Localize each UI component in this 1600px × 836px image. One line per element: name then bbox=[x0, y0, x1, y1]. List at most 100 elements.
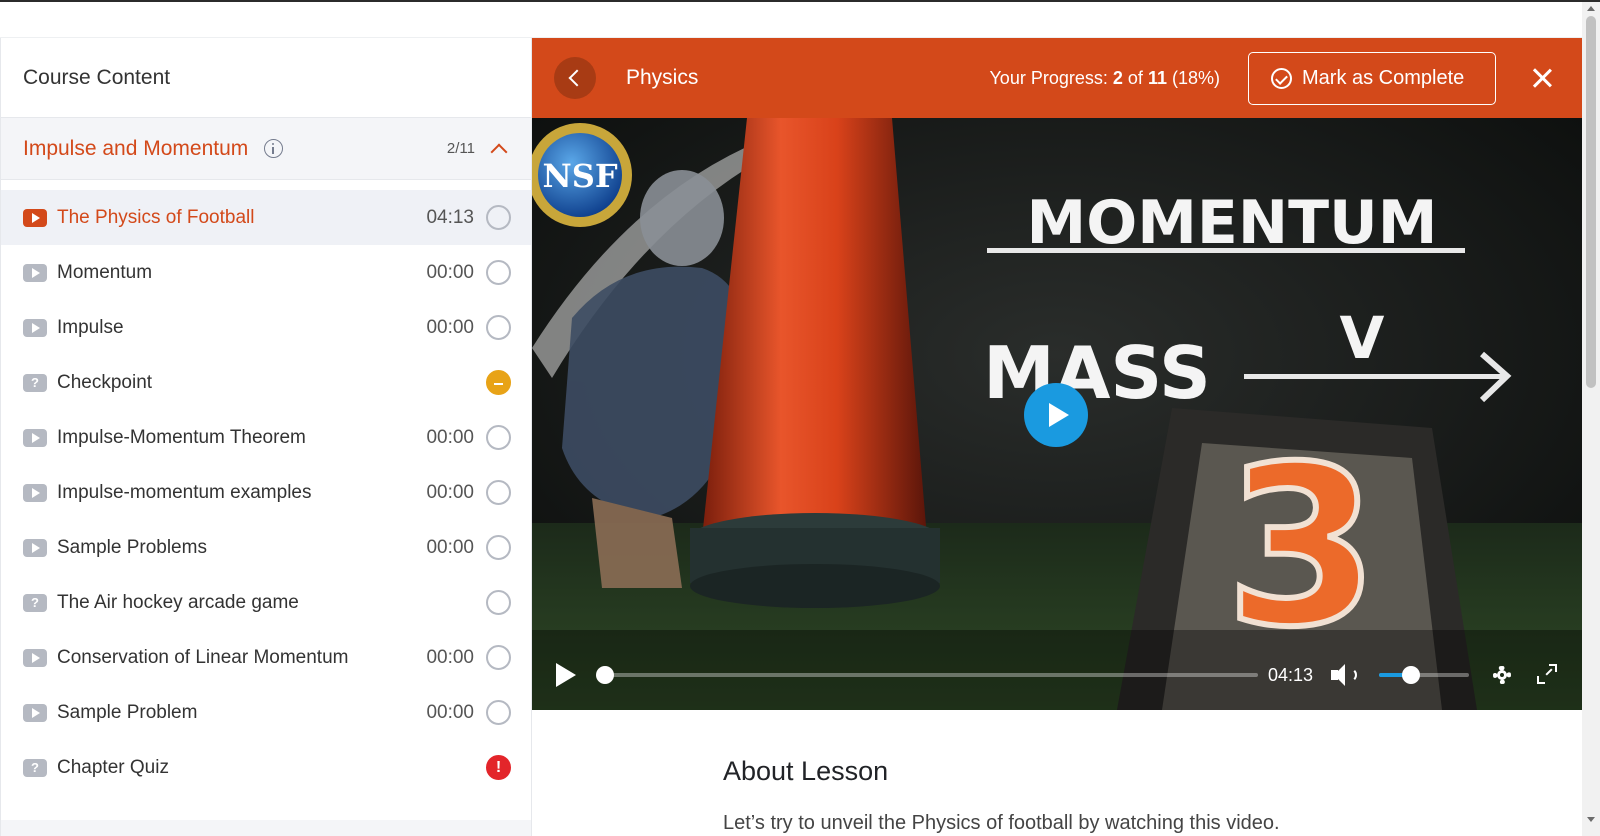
lesson-title[interactable]: Conservation of Linear Momentum bbox=[57, 647, 348, 669]
lesson-title[interactable]: The Air hockey arcade game bbox=[57, 592, 299, 614]
volume-handle[interactable] bbox=[1402, 666, 1421, 684]
seek-handle[interactable] bbox=[596, 666, 614, 684]
lesson-item[interactable]: Impulse-Momentum Theorem 00:00 bbox=[1, 410, 531, 465]
video-play-icon bbox=[23, 318, 47, 337]
incomplete-status-icon bbox=[486, 315, 511, 340]
lesson-title[interactable]: Impulse-momentum examples bbox=[57, 482, 311, 504]
incomplete-status-icon bbox=[486, 700, 511, 725]
scroll-down-icon[interactable] bbox=[1587, 817, 1595, 822]
close-icon[interactable] bbox=[1532, 68, 1552, 88]
back-button[interactable] bbox=[554, 57, 596, 99]
topic-header[interactable]: Impulse and Momentum 2/11 bbox=[1, 118, 531, 180]
volume-slider[interactable] bbox=[1379, 666, 1470, 684]
gear-icon[interactable] bbox=[1491, 664, 1513, 686]
progress-text: Your Progress: 2 of 11 (18%) bbox=[989, 68, 1220, 89]
big-play-button[interactable] bbox=[1024, 383, 1088, 447]
seek-bar[interactable] bbox=[596, 666, 1258, 684]
chalk-v: V bbox=[1340, 304, 1385, 372]
video-play-icon bbox=[23, 648, 47, 667]
video-play-icon bbox=[23, 538, 47, 557]
lesson-item[interactable]: Impulse-momentum examples 00:00 bbox=[1, 465, 531, 520]
pending-status-icon bbox=[486, 370, 511, 395]
nsf-logo: NSF bbox=[532, 123, 632, 227]
page-scrollbar[interactable] bbox=[1582, 2, 1600, 836]
info-icon[interactable] bbox=[264, 139, 284, 158]
lesson-duration: 00:00 bbox=[426, 261, 474, 283]
lesson-title[interactable]: Impulse-Momentum Theorem bbox=[57, 427, 306, 449]
progress-of: of bbox=[1127, 67, 1143, 88]
lesson-item[interactable]: Sample Problem 00:00 bbox=[1, 685, 531, 740]
check-circle-icon bbox=[1271, 67, 1292, 89]
lesson-item[interactable]: The Physics of Football 04:13 bbox=[1, 190, 531, 245]
lesson-list: The Physics of Football 04:13 Momentum 00:0… bbox=[1, 190, 531, 795]
volume-waves bbox=[1347, 668, 1358, 682]
incomplete-status-icon bbox=[486, 590, 511, 615]
fullscreen-icon[interactable] bbox=[1537, 664, 1559, 686]
video-play-icon bbox=[23, 428, 47, 447]
lesson-item[interactable]: Checkpoint bbox=[1, 355, 531, 410]
progress-label: Your Progress: bbox=[989, 67, 1108, 88]
volume-icon[interactable] bbox=[1331, 664, 1359, 686]
lesson-title[interactable]: Momentum bbox=[57, 262, 152, 284]
sidebar-header: Course Content bbox=[1, 38, 531, 118]
video-controls: 04:13 bbox=[532, 640, 1582, 710]
lesson-item[interactable]: Conservation of Linear Momentum 00:00 bbox=[1, 630, 531, 685]
course-title: Physics bbox=[626, 66, 699, 89]
chevron-up-icon[interactable] bbox=[490, 143, 508, 160]
scroll-up-icon[interactable] bbox=[1587, 6, 1595, 11]
quiz-icon bbox=[23, 373, 47, 392]
lesson-title[interactable]: Sample Problems bbox=[57, 537, 207, 559]
lesson-duration: 04:13 bbox=[426, 206, 474, 228]
lesson-item[interactable]: The Air hockey arcade game bbox=[1, 575, 531, 630]
lesson-item[interactable]: Sample Problems 00:00 bbox=[1, 520, 531, 575]
quiz-icon bbox=[23, 593, 47, 612]
sidebar-footer bbox=[1, 820, 531, 836]
mark-as-complete-label: Mark as Complete bbox=[1302, 66, 1465, 89]
quiz-icon bbox=[23, 758, 47, 777]
play-icon[interactable] bbox=[554, 663, 576, 687]
chalk-mass: MASS bbox=[983, 331, 1211, 415]
sidebar-heading: Course Content bbox=[23, 65, 171, 89]
incomplete-status-icon bbox=[486, 425, 511, 450]
video-play-icon bbox=[23, 208, 47, 227]
lesson-duration: 00:00 bbox=[426, 536, 474, 558]
about-heading: About Lesson bbox=[723, 756, 889, 786]
lesson-item[interactable]: Impulse 00:00 bbox=[1, 300, 531, 355]
lesson-duration: 00:00 bbox=[426, 481, 474, 503]
alert-status-icon bbox=[486, 755, 511, 780]
nsf-logo-text: NSF bbox=[542, 157, 617, 195]
chalk-title: MOMENTUM bbox=[1027, 188, 1438, 258]
video-duration: 04:13 bbox=[1268, 664, 1314, 685]
incomplete-status-icon bbox=[486, 205, 511, 230]
video-play-icon bbox=[23, 263, 47, 282]
lesson-title[interactable]: The Physics of Football bbox=[57, 207, 254, 229]
mark-as-complete-button[interactable]: Mark as Complete bbox=[1248, 51, 1496, 105]
top-bar bbox=[0, 2, 1582, 38]
scroll-thumb[interactable] bbox=[1586, 16, 1596, 388]
about-lesson-section: About Lesson Let’s try to unveil the Phy… bbox=[532, 710, 1582, 836]
progress-percent: (18%) bbox=[1171, 67, 1220, 88]
lesson-header: Physics Your Progress: 2 of 11 (18%) Mar… bbox=[532, 38, 1582, 118]
video-player[interactable]: NSF MOMENTUM MASS V 3 04:13 bbox=[532, 118, 1582, 710]
incomplete-status-icon bbox=[486, 260, 511, 285]
progress-total: 11 bbox=[1147, 67, 1167, 88]
incomplete-status-icon bbox=[486, 645, 511, 670]
topic-title[interactable]: Impulse and Momentum bbox=[23, 137, 248, 161]
video-play-icon bbox=[23, 703, 47, 722]
lesson-duration: 00:00 bbox=[426, 316, 474, 338]
lesson-duration: 00:00 bbox=[426, 701, 474, 723]
about-text: Let’s try to unveil the Physics of footb… bbox=[723, 812, 1280, 834]
incomplete-status-icon bbox=[486, 480, 511, 505]
lesson-title[interactable]: Chapter Quiz bbox=[57, 757, 169, 779]
incomplete-status-icon bbox=[486, 535, 511, 560]
progress-current: 2 bbox=[1112, 67, 1123, 88]
lesson-title[interactable]: Impulse bbox=[57, 317, 124, 339]
lesson-duration: 00:00 bbox=[426, 646, 474, 668]
lesson-title[interactable]: Checkpoint bbox=[57, 372, 152, 394]
lesson-item[interactable]: Momentum 00:00 bbox=[1, 245, 531, 300]
lesson-title[interactable]: Sample Problem bbox=[57, 702, 197, 724]
course-content-sidebar: Course Content Impulse and Momentum 2/11… bbox=[0, 38, 532, 836]
topic-count: 2/11 bbox=[446, 140, 475, 157]
lesson-item[interactable]: Chapter Quiz bbox=[1, 740, 531, 795]
lesson-duration: 00:00 bbox=[426, 426, 474, 448]
